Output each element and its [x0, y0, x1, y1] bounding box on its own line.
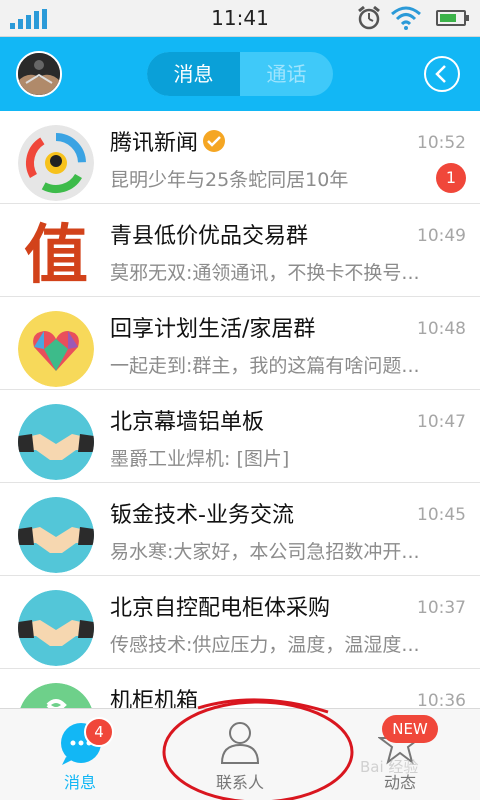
- conversation-name: 钣金技术-业务交流: [110, 503, 294, 528]
- colorful-heart-logo: [18, 311, 94, 387]
- tab-label: 动态: [383, 773, 416, 792]
- tab-calls[interactable]: 通话: [240, 52, 333, 96]
- conversation-preview: 传感技术:供应压力，温度，温湿度...: [110, 634, 420, 656]
- conversation-time: 10:45: [417, 505, 466, 525]
- conversation-time: 10:37: [417, 598, 466, 618]
- conversation-time: 10:49: [417, 226, 466, 246]
- header-bar: 消息 通话: [0, 37, 480, 111]
- green-group-avatar: [18, 683, 94, 709]
- conversation-time: 10:36: [417, 691, 466, 709]
- list-item[interactable]: 腾讯新闻 10:52 昆明少年与25条蛇同居10年 1: [0, 111, 480, 204]
- conversation-preview: 昆明少年与25条蛇同居10年: [110, 169, 349, 191]
- conversation-time: 10:48: [417, 319, 466, 339]
- conversation-name: 北京自控配电柜体采购: [110, 596, 331, 621]
- zhi-character-logo: 值: [18, 218, 94, 294]
- handshake-group-avatar: [18, 497, 94, 573]
- verified-icon: [203, 130, 226, 152]
- bottom-tab-bar: 4 消息 联系人 NEW 动态: [0, 708, 480, 800]
- conversation-list: 腾讯新闻 10:52 昆明少年与25条蛇同居10年 1 值 青县低价优品交易群 …: [0, 111, 480, 709]
- handshake-group-avatar: [18, 404, 94, 480]
- conversation-preview: 易水寒:大家好，本公司急招数冲开...: [110, 541, 420, 563]
- my-avatar[interactable]: [16, 51, 62, 97]
- list-item[interactable]: 机柜机箱 10:36: [0, 669, 480, 709]
- list-item[interactable]: 北京自控配电柜体采购 10:37 传感技术:供应压力，温度，温湿度...: [0, 576, 480, 669]
- unread-badge: 1: [436, 163, 466, 193]
- tencent-news-logo: [18, 125, 94, 201]
- tab-unread-badge: 4: [84, 717, 114, 747]
- battery-icon: [436, 10, 469, 26]
- conversation-name: 北京幕墙铝单板: [110, 410, 265, 435]
- list-item[interactable]: 北京幕墙铝单板 10:47 墨爵工业焊机: [图片]: [0, 390, 480, 483]
- conversation-preview: 莫邪无双:通领通讯，不换卡不换号...: [110, 262, 420, 284]
- list-item[interactable]: 回享计划生活/家居群 10:48 一起走到:群主，我的这篇有啥问题...: [0, 297, 480, 390]
- conversation-name: 机柜机箱: [110, 689, 199, 709]
- tab-label: 联系人: [215, 773, 264, 792]
- tab-feeds[interactable]: NEW 动态: [320, 709, 480, 801]
- tab-messages[interactable]: 消息: [147, 52, 240, 96]
- list-item[interactable]: 钣金技术-业务交流 10:45 易水寒:大家好，本公司急招数冲开...: [0, 483, 480, 576]
- conversation-name: 腾讯新闻: [110, 125, 226, 157]
- conversation-name: 回享计划生活/家居群: [110, 317, 316, 342]
- tab-label: 消息: [63, 773, 96, 792]
- contact-person-icon: [220, 722, 260, 764]
- chevron-left-icon: [435, 65, 446, 83]
- tab-contacts[interactable]: 联系人: [160, 709, 320, 801]
- list-item[interactable]: 值 青县低价优品交易群 10:49 莫邪无双:通领通讯，不换卡不换号...: [0, 204, 480, 297]
- status-bar: 11:41: [0, 0, 480, 37]
- conversation-name: 青县低价优品交易群: [110, 224, 309, 249]
- back-button[interactable]: [424, 56, 460, 92]
- conversation-preview: 一起走到:群主，我的这篇有啥问题...: [110, 355, 420, 377]
- segment-control: 消息 通话: [147, 52, 333, 96]
- conversation-time: 10:52: [417, 133, 466, 153]
- handshake-group-avatar: [18, 590, 94, 666]
- wifi-icon: [391, 6, 421, 30]
- tab-messages-bottom[interactable]: 4 消息: [0, 709, 160, 801]
- alarm-icon: [358, 5, 380, 30]
- new-badge: NEW: [382, 715, 438, 743]
- conversation-preview: 墨爵工业焊机: [图片]: [110, 448, 290, 470]
- conversation-time: 10:47: [417, 412, 466, 432]
